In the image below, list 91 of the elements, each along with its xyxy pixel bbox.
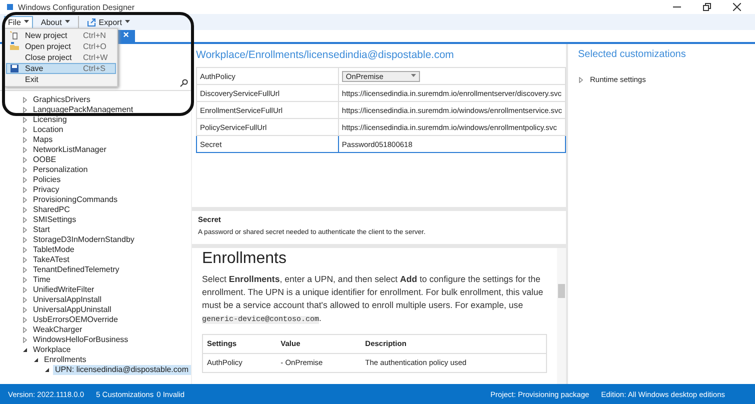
tree-item[interactable]: StorageD3InModernStandby — [31, 235, 136, 245]
expanded-arrow-icon[interactable] — [44, 367, 50, 373]
collapsed-arrow-icon[interactable] — [578, 76, 584, 82]
shortcut-label: Ctrl+W — [83, 53, 109, 62]
shortcut-label: Ctrl+S — [83, 64, 106, 73]
collapsed-arrow-icon[interactable] — [22, 177, 28, 183]
tree-item[interactable]: Maps — [31, 135, 55, 145]
menu-button[interactable]: File — [4, 16, 33, 28]
search-icon — [180, 79, 188, 87]
menu-item[interactable]: Close project Ctrl+W — [6, 52, 116, 63]
tree-item[interactable]: SMISettings — [31, 215, 78, 225]
tree-item[interactable]: UnifiedWriteFilter — [31, 285, 96, 295]
tree-item[interactable]: UPN: licensedindia@dispostable.com — [53, 365, 191, 375]
shortcut-label: Ctrl+O — [83, 42, 108, 51]
menu-button[interactable]: Export — [82, 16, 134, 28]
folder-icon — [10, 42, 19, 51]
collapsed-arrow-icon[interactable] — [22, 297, 28, 303]
collapsed-arrow-icon[interactable] — [22, 267, 28, 273]
collapsed-arrow-icon[interactable] — [22, 287, 28, 293]
settings-path-title: Workplace/Enrollments/licensedindia@dispostable.com — [196, 48, 455, 63]
tree-item[interactable]: GraphicsDrivers — [31, 95, 92, 105]
collapsed-arrow-icon[interactable] — [22, 277, 28, 283]
collapsed-arrow-icon[interactable] — [22, 327, 28, 333]
export-icon — [86, 18, 96, 26]
collapsed-arrow-icon[interactable] — [22, 197, 28, 203]
tree-item[interactable]: SharedPC — [31, 205, 72, 215]
tree-item[interactable]: UniversalAppUninstall — [31, 305, 114, 315]
expanded-arrow-icon[interactable] — [22, 347, 28, 353]
tree-item[interactable]: Location — [31, 125, 66, 135]
collapsed-arrow-icon[interactable] — [22, 227, 28, 233]
tree-item[interactable]: NetworkListManager — [31, 145, 108, 155]
tree-item[interactable]: Start — [31, 225, 52, 235]
tree-item[interactable]: WindowsHelloForBusiness — [31, 335, 130, 345]
tree-item[interactable]: OOBE — [31, 155, 58, 165]
menu-item-label: Exit — [25, 75, 40, 84]
window-title: Windows Configuration Designer — [18, 2, 136, 12]
caret-icon — [64, 20, 70, 24]
collapsed-arrow-icon[interactable] — [22, 187, 28, 193]
new-document-icon — [10, 31, 19, 40]
menu-item-label: Close project — [25, 53, 73, 62]
collapsed-arrow-icon[interactable] — [22, 167, 28, 173]
collapsed-arrow-icon[interactable] — [22, 127, 28, 133]
menu-item-label: Open project — [25, 42, 72, 51]
collapsed-arrow-icon[interactable] — [22, 107, 28, 113]
menu-item-label: Save — [25, 64, 44, 73]
scrollbar[interactable] — [557, 248, 566, 384]
tree-item[interactable]: TakeATest — [31, 255, 72, 265]
menu-button[interactable]: About — [36, 16, 74, 28]
tree-item[interactable]: WeakCharger — [31, 325, 84, 335]
app-icon — [6, 3, 14, 11]
panel-title: Selected customizations — [578, 49, 687, 60]
expanded-arrow-icon[interactable] — [33, 357, 39, 363]
menu-item[interactable]: New project Ctrl+N — [6, 30, 116, 41]
collapsed-arrow-icon[interactable] — [22, 207, 28, 213]
collapsed-arrow-icon[interactable] — [22, 217, 28, 223]
collapsed-arrow-icon[interactable] — [22, 147, 28, 153]
doc-heading: Enrollments — [202, 250, 288, 268]
caret-icon — [124, 20, 130, 24]
tree-item[interactable]: Privacy — [31, 185, 62, 195]
tree-item[interactable]: LanguagePackManagement — [31, 105, 136, 115]
collapsed-arrow-icon[interactable] — [22, 237, 28, 243]
collapsed-arrow-icon[interactable] — [22, 307, 28, 313]
collapsed-arrow-icon[interactable] — [22, 257, 28, 263]
caret-icon — [410, 74, 416, 78]
tree-item[interactable]: Licensing — [31, 115, 69, 125]
collapsed-arrow-icon[interactable] — [22, 247, 28, 253]
shortcut-label: Ctrl+N — [83, 31, 107, 40]
close-tab-button[interactable]: × — [117, 30, 135, 42]
menu-item[interactable]: Open project Ctrl+O — [6, 41, 116, 52]
collapsed-arrow-icon[interactable] — [22, 97, 28, 103]
tree-item[interactable]: TenantDefinedTelemetry — [31, 265, 122, 275]
menu-item-label: New project — [25, 31, 68, 40]
collapsed-arrow-icon[interactable] — [22, 117, 28, 123]
tree-item[interactable]: Personalization — [31, 165, 90, 175]
caret-icon — [24, 20, 29, 24]
menu-item[interactable]: Save Ctrl+S — [6, 63, 116, 74]
tree-item[interactable]: Policies — [31, 175, 63, 185]
tree-item[interactable]: TabletMode — [31, 245, 76, 255]
collapsed-arrow-icon[interactable] — [22, 157, 28, 163]
close-icon[interactable] — [733, 3, 741, 11]
collapsed-arrow-icon[interactable] — [22, 317, 28, 323]
tree-item[interactable]: Workplace — [31, 345, 73, 355]
menu-item[interactable]: Exit — [6, 74, 116, 85]
tree-item[interactable]: ProvisioningCommands — [31, 195, 120, 205]
tree-item[interactable]: UniversalAppInstall — [31, 295, 104, 305]
collapsed-arrow-icon[interactable] — [22, 337, 28, 343]
collapsed-arrow-icon[interactable] — [22, 137, 28, 143]
tree-item[interactable]: Time — [31, 275, 52, 285]
tree-item[interactable]: UsbErrorsOEMOverride — [31, 315, 120, 325]
tree-item[interactable]: Enrollments — [42, 355, 88, 365]
restore-icon[interactable] — [703, 3, 711, 11]
